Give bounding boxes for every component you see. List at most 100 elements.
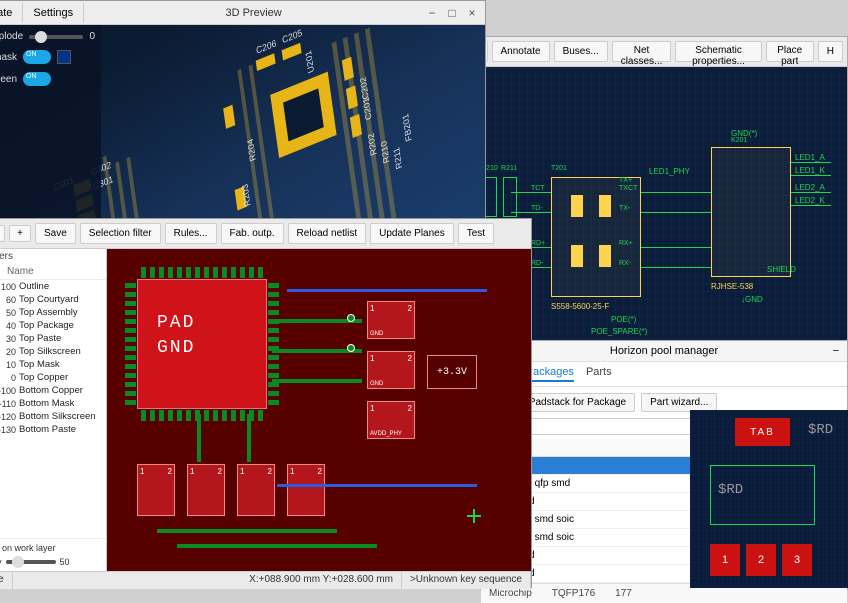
trace[interactable] (157, 529, 337, 533)
layer-row[interactable]: 50Top Assembly (0, 306, 106, 319)
selection-filter-button[interactable]: Selection filter (80, 223, 161, 244)
chip-pin[interactable] (240, 410, 245, 421)
trace[interactable] (177, 544, 377, 548)
board-canvas[interactable]: PAD GND 12 GND 12 GND 12 AVDD_PHY +3.3V … (107, 249, 531, 571)
layer-row[interactable]: -120Bottom Silkscreen (0, 410, 106, 423)
chip-pin[interactable] (125, 355, 136, 360)
chip-pin[interactable] (268, 292, 279, 297)
chip-pin[interactable] (150, 267, 155, 278)
chip-pin[interactable] (125, 283, 136, 288)
buses-button[interactable]: Buses... (554, 41, 608, 62)
chip-pin[interactable] (258, 410, 263, 421)
chip-pin[interactable] (125, 382, 136, 387)
chip-pin[interactable] (125, 301, 136, 306)
footprint-small[interactable]: 12 (237, 464, 275, 516)
tab-settings[interactable]: Settings (23, 3, 84, 23)
chip-pin[interactable] (268, 310, 279, 315)
chip-pin[interactable] (186, 410, 191, 421)
minimize-icon[interactable]: − (423, 6, 441, 20)
chip-pin[interactable] (168, 267, 173, 278)
chip-pin[interactable] (125, 328, 136, 333)
chip-pin[interactable] (249, 267, 254, 278)
tab-update[interactable]: date (0, 3, 23, 23)
chip-pin[interactable] (168, 410, 173, 421)
soldermask-toggle[interactable] (23, 50, 51, 64)
chip-pin[interactable] (268, 373, 279, 378)
net-classes-button[interactable]: Net classes... (612, 41, 672, 62)
help-button[interactable]: H (818, 41, 843, 62)
tab-parts[interactable]: Parts (586, 366, 612, 382)
schematic-properties-button[interactable]: Schematic properties... (675, 41, 761, 62)
layer-row[interactable]: 10Top Mask (0, 358, 106, 371)
schematic-resistor[interactable] (503, 177, 517, 217)
chip-pin[interactable] (222, 410, 227, 421)
layer-row[interactable]: 20Top Silkscreen (0, 345, 106, 358)
chip-pin[interactable] (125, 400, 136, 405)
chip-pin[interactable] (231, 267, 236, 278)
chip-pin[interactable] (125, 337, 136, 342)
rules-button[interactable]: Rules... (165, 223, 217, 244)
chip-pin[interactable] (186, 267, 191, 278)
schematic-component-k201[interactable] (711, 147, 791, 277)
chip-pin[interactable] (150, 410, 155, 421)
test-button[interactable]: Test (458, 223, 494, 244)
chip-pin[interactable] (125, 346, 136, 351)
chip-pin[interactable] (141, 267, 146, 278)
explode-slider[interactable] (29, 35, 83, 39)
close-icon[interactable]: × (463, 6, 481, 20)
chip-pin[interactable] (213, 410, 218, 421)
via[interactable] (347, 344, 355, 352)
chip-pin[interactable] (204, 410, 209, 421)
chip-pin[interactable] (268, 364, 279, 369)
trace[interactable] (272, 379, 362, 383)
chip-pin[interactable] (159, 267, 164, 278)
footprint-cap3[interactable]: 12 AVDD_PHY (367, 401, 415, 439)
chip-pin[interactable] (268, 400, 279, 405)
footprint-cap2[interactable]: 12 GND (367, 351, 415, 389)
layer-row[interactable]: 0Top Copper (0, 371, 106, 384)
layer-row[interactable]: -130Bottom Paste (0, 423, 106, 436)
chip-pin[interactable] (177, 267, 182, 278)
footprint-cap1[interactable]: 12 GND (367, 301, 415, 339)
chip-pin[interactable] (268, 328, 279, 333)
chip-pin[interactable] (213, 267, 218, 278)
chip-pin[interactable] (258, 267, 263, 278)
footprint-small[interactable]: 12 (187, 464, 225, 516)
chip-pin[interactable] (268, 301, 279, 306)
chip-pin[interactable] (268, 283, 279, 288)
zoom-out-button[interactable]: − (0, 225, 5, 242)
chip-pin[interactable] (268, 337, 279, 342)
maximize-icon[interactable]: □ (443, 6, 461, 20)
chip-pin[interactable] (125, 319, 136, 324)
footprint-small[interactable]: 12 (287, 464, 325, 516)
footprint-small[interactable]: 12 (137, 464, 175, 516)
update-planes-button[interactable]: Update Planes (370, 223, 454, 244)
fab-output-button[interactable]: Fab. outp. (221, 223, 284, 244)
chip-pin[interactable] (125, 310, 136, 315)
chip-pin[interactable] (195, 267, 200, 278)
silkscreen-toggle[interactable] (23, 72, 51, 86)
reload-netlist-button[interactable]: Reload netlist (288, 223, 367, 244)
trace[interactable] (197, 414, 201, 462)
chip-pin[interactable] (268, 391, 279, 396)
minimize-icon[interactable]: − (833, 345, 839, 357)
chip-pin[interactable] (125, 364, 136, 369)
soldermask-color-swatch[interactable] (57, 50, 71, 64)
layer-row[interactable]: 40Top Package (0, 319, 106, 332)
chip-pin[interactable] (125, 373, 136, 378)
layer-row[interactable]: -100Bottom Copper (0, 384, 106, 397)
tab-packages[interactable]: Packages (526, 366, 574, 382)
trace[interactable] (247, 414, 251, 462)
chip-pin[interactable] (177, 410, 182, 421)
trace-bottom[interactable] (287, 289, 487, 292)
chip-pin[interactable] (231, 410, 236, 421)
chip-pin[interactable] (204, 267, 209, 278)
chip-pin[interactable] (222, 267, 227, 278)
chip-pin[interactable] (268, 355, 279, 360)
annotate-button[interactable]: Annotate (492, 41, 550, 62)
chip-pin[interactable] (240, 267, 245, 278)
via[interactable] (347, 314, 355, 322)
package-preview-canvas[interactable]: TAB $RD $RD 1 2 3 (690, 410, 848, 588)
opacity-slider[interactable] (6, 560, 56, 564)
trace-bottom[interactable] (277, 484, 477, 487)
